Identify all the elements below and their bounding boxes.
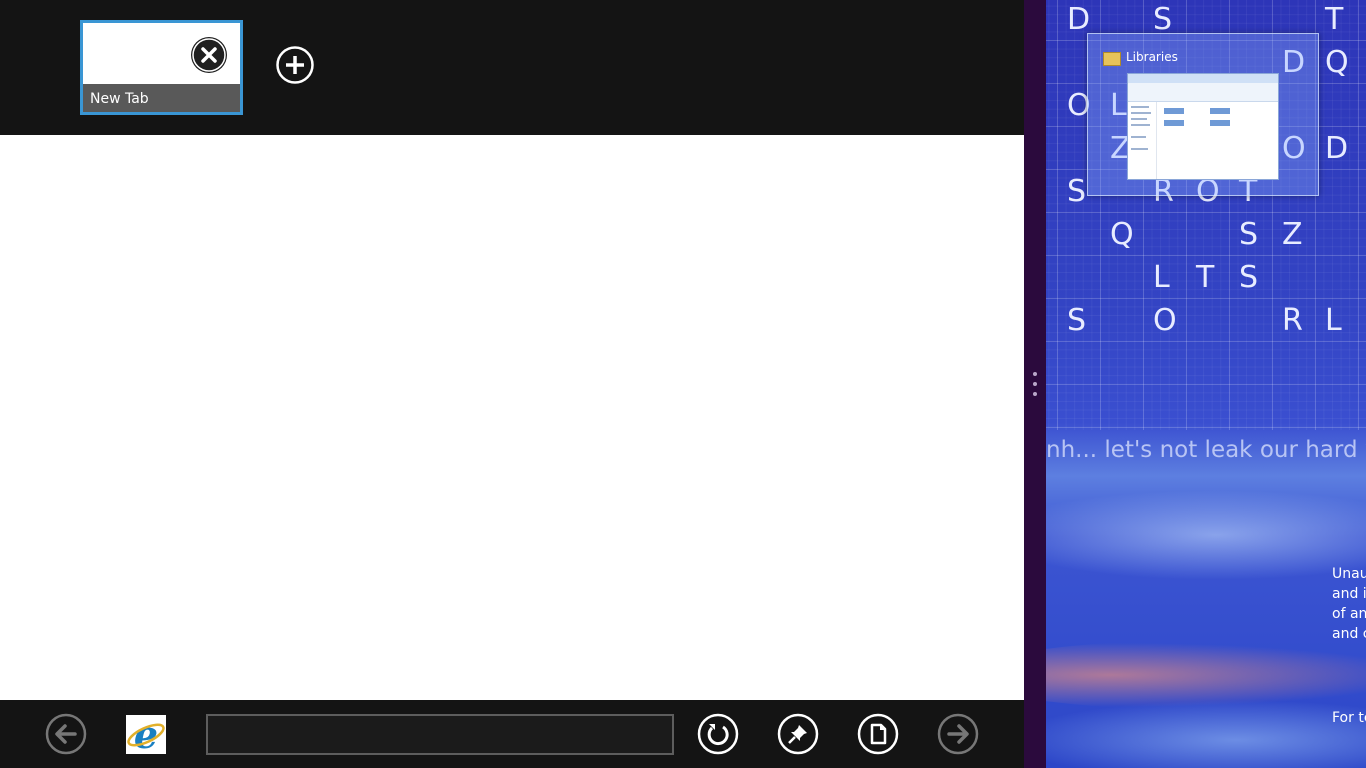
wallpaper-wave [1046,490,1366,580]
snap-splitter[interactable] [1024,0,1046,768]
preview-item [1210,120,1230,126]
wallpaper-letter: R [1282,303,1303,338]
internet-explorer-logo: e [126,712,166,757]
wallpaper-letter: T [1196,260,1215,295]
preview-line [1131,118,1147,120]
folder-icon [1103,52,1121,66]
preview-item [1164,108,1184,114]
wallpaper-side-text: and c [1332,626,1366,642]
back-arrow-icon [45,713,87,755]
wallpaper-letter: S [1067,303,1087,338]
preview-line [1131,148,1148,150]
wallpaper-side-text: Unau [1332,566,1366,582]
wallpaper-footer-text: For te [1332,710,1366,726]
splitter-grip-dot [1033,372,1037,376]
preview-nav-pane [1128,102,1157,179]
preview-line [1131,106,1149,108]
close-icon [192,38,226,72]
svg-text:e: e [134,715,158,754]
wallpaper-letter: S [1153,2,1173,37]
wallpaper-side-text: and i [1332,586,1366,602]
splitter-grip-dot [1033,382,1037,386]
wallpaper-letter: O [1153,303,1177,338]
preview-item [1164,120,1184,126]
libraries-window-thumbnail[interactable]: Libraries [1087,33,1319,196]
preview-ribbon [1128,83,1278,102]
pin-site-button[interactable] [777,713,819,755]
wallpaper-letter: Z [1282,217,1303,252]
wallpaper-banner-text: nh... let's not leak our hard wo [1046,437,1366,463]
wallpaper-letter: Q [1325,45,1349,80]
plus-circle-icon [276,46,314,84]
preview-titlebar [1128,74,1278,83]
forward-button[interactable] [937,713,979,755]
wallpaper-letter: D [1067,2,1091,37]
thumbnail-title: Libraries [1126,50,1178,64]
preview-line [1131,136,1146,138]
preview-item [1210,108,1230,114]
tab-switcher-bar: New Tab [0,0,1024,135]
wallpaper-letter: L [1325,303,1342,338]
refresh-button[interactable] [697,713,739,755]
page-content-area[interactable] [0,135,1024,700]
forward-arrow-icon [937,713,979,755]
splitter-grip-dot [1033,392,1037,396]
refresh-icon [697,713,739,755]
wallpaper-letter: S [1239,260,1259,295]
wallpaper-wave [1046,700,1366,768]
close-tab-button[interactable] [191,37,227,73]
preview-line [1131,124,1150,126]
wallpaper-side-text: of an [1332,606,1366,622]
desktop-pane[interactable]: DSTDQOLDZSODSROTQSZLTSSORL nh... let's n… [1046,0,1366,768]
tab-new-tab[interactable]: New Tab [80,20,243,115]
wallpaper-letter: D [1325,131,1349,166]
preview-line [1131,112,1151,114]
tab-label: New Tab [83,84,240,112]
wallpaper-letter: S [1239,217,1259,252]
wallpaper-letter: Q [1110,217,1134,252]
new-tab-button[interactable] [276,46,314,84]
back-button[interactable] [45,713,87,755]
wallpaper-letter: L [1153,260,1170,295]
navigation-bar: e [0,700,1024,768]
wallpaper-letter: S [1067,174,1087,209]
internet-explorer-logo-icon: e [127,712,165,757]
address-bar-input[interactable] [206,714,674,755]
ie-metro-window: New Tab e [0,0,1024,768]
thumbnail-preview [1127,73,1279,180]
page-tools-icon [857,713,899,755]
pin-icon [777,713,819,755]
page-tools-button[interactable] [857,713,899,755]
wallpaper-letter: T [1325,2,1344,37]
